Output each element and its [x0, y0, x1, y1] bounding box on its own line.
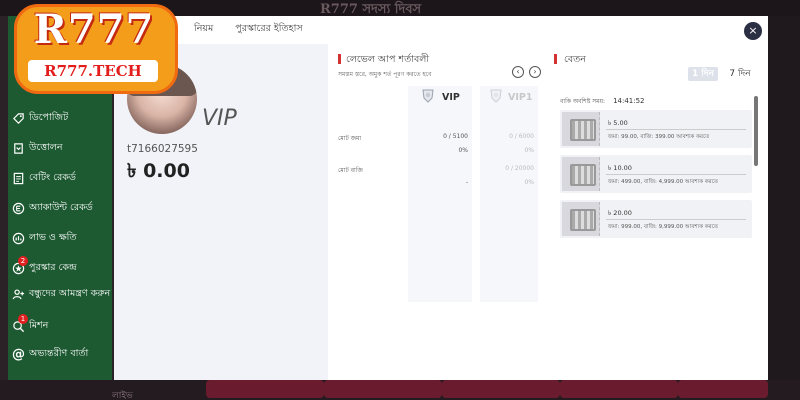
vip1-medal-icon	[490, 89, 502, 103]
balance: ৳ 0.00	[127, 160, 190, 182]
vip-medal-icon	[422, 89, 434, 103]
vip-level-next: VIP1	[508, 92, 533, 103]
total-bet-label: মোট বাজি	[338, 167, 363, 174]
chart-icon	[12, 232, 25, 245]
sidebar-item-profit-loss[interactable]: লাভ ও ক্ষতি	[8, 232, 112, 245]
mission-icon: 1	[12, 314, 28, 333]
total-deposit-label: মোট জমা	[338, 135, 362, 142]
background-button	[324, 380, 442, 398]
tab-1-day[interactable]: 1 দিন	[688, 67, 718, 81]
deposit-progress-next: 0 / 6000	[509, 133, 534, 140]
background-right-panel	[768, 16, 800, 400]
tag-icon	[12, 112, 25, 125]
background-button	[206, 380, 324, 398]
ticket-condition: জমা: 499.00, বাজি: 4,999.00 আবশ্যক করতে	[608, 179, 719, 185]
ticket-condition: জমা: 99.00, বাজি: 399.00 আবশ্যক করতে	[608, 134, 710, 140]
salary-ticket[interactable]: ৳ 10.00 জমা: 499.00, বাজি: 4,999.00 আবশ্…	[560, 155, 752, 193]
background-button	[678, 380, 768, 398]
modal-tabs: নিয়ম পুরস্কারের ইতিহাস	[194, 22, 303, 37]
ticket-condition: জমা: 999.00, বাজি: 9,999.00 আবশ্যক করতে	[608, 224, 719, 230]
background-bottom-label: লাইভ	[112, 391, 133, 400]
ticket-icon	[562, 112, 600, 146]
coin-icon	[12, 202, 25, 215]
bet-progress-next: 0 / 20000	[505, 165, 534, 172]
sidebar-item-label: লাভ ও ক্ষতি	[29, 232, 77, 243]
scrollbar[interactable]	[754, 96, 758, 166]
next-arrow-icon[interactable]: ›	[529, 66, 541, 78]
levelup-subtitle: সমস্তম স্তরে, অমুক শর্ত পূরণ করতে হবে	[338, 71, 432, 78]
remaining-time: বাকি অবশিষ্ট সময়: 14:41:52	[560, 97, 645, 105]
deposit-percent-next: 0%	[524, 147, 534, 154]
logo-subtitle: R777.TECH	[28, 60, 158, 82]
sidebar-item-mission[interactable]: 1 মিশন	[8, 314, 112, 333]
vip-column-current	[408, 86, 472, 302]
sidebar-item-label: বেটিং রেকর্ড	[29, 172, 76, 183]
invite-icon	[12, 288, 25, 301]
ticket-icon	[562, 157, 600, 191]
tab-7-days[interactable]: 7 দিন	[726, 67, 754, 81]
vip-level-current: VIP	[442, 92, 460, 103]
sidebar-item-account-record[interactable]: অ্যাকাউন্ট রেকর্ড	[8, 202, 112, 215]
ticket-icon	[562, 202, 600, 236]
vip-level-label: VIP	[202, 106, 237, 131]
sidebar-item-internal-message[interactable]: @ অভ্যন্তরীণ বার্তা	[8, 348, 112, 361]
salary-ticket[interactable]: ৳ 20.00 জমা: 999.00, বাজি: 9,999.00 আবশ্…	[560, 200, 752, 238]
sidebar-item-label: পুরস্কার কেন্দ্র	[29, 262, 77, 273]
notification-badge: 2	[18, 256, 28, 266]
notification-badge: 1	[18, 314, 28, 324]
background-button	[560, 380, 678, 398]
deposit-progress: 0 / 5100	[443, 133, 468, 140]
vip-column-next	[480, 86, 538, 302]
wallet-icon	[12, 142, 25, 155]
gift-icon: 2	[12, 256, 28, 275]
user-id: t7166027595	[127, 143, 198, 155]
levelup-panel: লেভেল আপ শর্তাবলী সমস্তম স্তরে, অমুক শর্…	[332, 44, 542, 310]
close-button[interactable]: ×	[744, 22, 762, 40]
sidebar-item-label: অ্যাকাউন্ট রেকর্ড	[29, 202, 93, 213]
at-icon: @	[12, 347, 25, 362]
salary-title: বেতন	[564, 54, 586, 65]
levelup-title: লেভেল আপ শর্তাবলী	[346, 54, 430, 65]
profile-panel: VIP t7166027595 ৳ 0.00	[114, 44, 328, 380]
tab-rules[interactable]: নিয়ম	[194, 22, 213, 37]
sidebar-item-label: উত্তোলন	[29, 142, 63, 153]
deposit-percent: 0%	[458, 147, 468, 154]
logo-title: R777	[33, 6, 155, 53]
sidebar-item-label: ডিপোজিট	[29, 112, 69, 123]
salary-panel: বেতন 1 দিন 7 দিন বাকি অবশিষ্ট সময়: 14:41…	[548, 44, 768, 270]
document-icon	[12, 172, 25, 185]
ticket-amount: ৳ 5.00	[608, 119, 628, 127]
sidebar-item-label: অভ্যন্তরীণ বার্তা	[29, 348, 89, 359]
salary-ticket[interactable]: ৳ 5.00 জমা: 99.00, বাজি: 399.00 আবশ্যক ক…	[560, 110, 752, 148]
sidebar-item-betting-record[interactable]: বেটিং রেকর্ড	[8, 172, 112, 185]
sidebar-item-invite-friends[interactable]: বন্ধুদের আমন্ত্রণ করুন	[8, 288, 112, 301]
section-accent	[338, 54, 341, 64]
bet-progress: -	[465, 179, 468, 186]
sidebar-item-label: মিশন	[29, 320, 49, 331]
sidebar-item-reward-center[interactable]: 2 পুরস্কার কেন্দ্র	[8, 256, 112, 275]
brand-logo: R777 R777.TECH	[4, 0, 180, 94]
sidebar-item-withdraw[interactable]: উত্তোলন	[8, 142, 112, 155]
section-accent	[554, 54, 557, 64]
tab-reward-history[interactable]: পুরস্কারের ইতিহাস	[235, 22, 302, 37]
prev-arrow-icon[interactable]: ‹	[512, 66, 524, 78]
sidebar-item-label: বন্ধুদের আমন্ত্রণ করুন	[29, 288, 111, 299]
vip-modal: নিয়ম পুরস্কারের ইতিহাস × VIP t716602759…	[114, 16, 768, 380]
background-button	[442, 380, 560, 398]
sidebar-item-deposit[interactable]: ডিপোজিট	[8, 112, 112, 125]
bet-percent-next: 0%	[524, 179, 534, 186]
ticket-amount: ৳ 10.00	[608, 164, 632, 172]
ticket-amount: ৳ 20.00	[608, 209, 632, 217]
